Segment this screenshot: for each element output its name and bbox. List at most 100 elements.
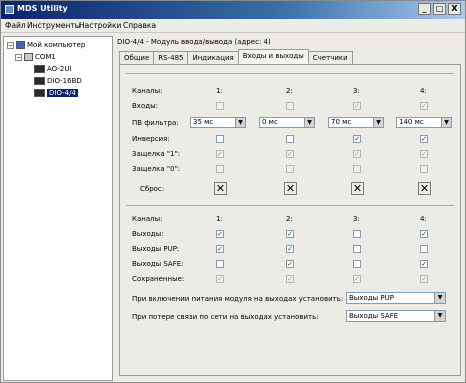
computer-icon bbox=[16, 41, 25, 49]
checkbox bbox=[420, 165, 428, 173]
chevron-down-icon: ▼ bbox=[304, 118, 314, 127]
reset-button[interactable]: ✕ bbox=[214, 182, 227, 195]
tab-general[interactable]: Общие bbox=[119, 51, 155, 64]
checkbox bbox=[353, 165, 361, 173]
checkbox: ✓ bbox=[353, 275, 361, 283]
inputs-row-label: Инверсия: bbox=[132, 135, 170, 143]
collapse-icon[interactable]: − bbox=[7, 41, 14, 49]
outputs-channel-header: 1: bbox=[216, 215, 223, 223]
tree-label-dio44: DIO-4/4 bbox=[47, 89, 78, 97]
checkbox: ✓ bbox=[286, 275, 294, 283]
outputs-channel-header: 2: bbox=[286, 215, 293, 223]
checkbox bbox=[286, 102, 294, 110]
checkbox bbox=[216, 165, 224, 173]
tab-counters[interactable]: Счетчики bbox=[307, 51, 353, 64]
reset-button[interactable]: ✕ bbox=[418, 182, 431, 195]
close-button[interactable]: X bbox=[448, 3, 461, 15]
menu-file[interactable]: Файл bbox=[5, 21, 26, 30]
checkbox: ✓ bbox=[216, 275, 224, 283]
collapse-icon[interactable]: − bbox=[15, 53, 22, 61]
checkbox[interactable] bbox=[353, 230, 361, 238]
tab-rs485[interactable]: RS-485 bbox=[153, 51, 189, 64]
inputs-row-label: Защелка "0": bbox=[132, 165, 181, 173]
tree-label-root: Мой компьютер bbox=[27, 41, 86, 49]
filter-select[interactable]: 0 мс ▼ bbox=[259, 117, 315, 128]
power-on-label: При включении питания модуля на выходах … bbox=[132, 295, 344, 303]
inputs-channel-header: 1: bbox=[216, 87, 223, 95]
checkbox: ✓ bbox=[353, 150, 361, 158]
checkbox[interactable]: ✓ bbox=[216, 230, 224, 238]
checkbox[interactable] bbox=[353, 260, 361, 268]
checkbox[interactable]: ✓ bbox=[420, 230, 428, 238]
outputs-channel-header: 4: bbox=[420, 215, 427, 223]
minimize-button[interactable]: _ bbox=[418, 3, 431, 15]
menu-tools[interactable]: Инструменты bbox=[27, 21, 81, 30]
outputs-channel-header: 3: bbox=[353, 215, 360, 223]
io-tab-content: Каналы: 1: 2: 3: 4: Входы: ✓ ✓ Инверсия: ✓ ✓ Защелк… bbox=[119, 64, 461, 376]
link-loss-value: Выходы SAFE bbox=[349, 312, 399, 320]
port-icon bbox=[24, 53, 33, 61]
checkbox[interactable] bbox=[216, 135, 224, 143]
link-loss-label: При потере связи по сети на выходах уста… bbox=[132, 313, 319, 321]
reset-label: Сброс: bbox=[140, 185, 165, 193]
module-icon bbox=[34, 89, 45, 97]
tree-item-dio16bd[interactable]: DIO-16BD bbox=[34, 76, 82, 86]
checkbox: ✓ bbox=[420, 275, 428, 283]
inputs-channel-header: 3: bbox=[353, 87, 360, 95]
maximize-button[interactable]: □ bbox=[433, 3, 446, 15]
filter-select-value: 140 мс bbox=[399, 118, 424, 126]
inputs-channels-label: Каналы: bbox=[132, 87, 163, 95]
filter-select[interactable]: 35 мс ▼ bbox=[190, 117, 246, 128]
tab-indication[interactable]: Индикация bbox=[187, 51, 239, 64]
power-on-select[interactable]: Выходы PUP ▼ bbox=[346, 292, 446, 304]
tree-label-dio16bd: DIO-16BD bbox=[47, 77, 82, 85]
tree-label-com1: COM1 bbox=[35, 53, 56, 61]
checkbox[interactable]: ✓ bbox=[420, 260, 428, 268]
filter-select-value: 70 мс bbox=[331, 118, 352, 126]
inputs-row-label: Входы: bbox=[132, 102, 158, 110]
tree-item-root[interactable]: − Мой компьютер bbox=[7, 40, 85, 50]
link-loss-select[interactable]: Выходы SAFE ▼ bbox=[346, 310, 446, 322]
checkbox[interactable]: ✓ bbox=[286, 230, 294, 238]
chevron-down-icon: ▼ bbox=[235, 118, 245, 127]
checkbox[interactable] bbox=[353, 245, 361, 253]
module-panel: DIO-4/4 - Модуль ввода/вывода (адрес: 4)… bbox=[117, 36, 463, 381]
checkbox bbox=[286, 165, 294, 173]
menu-settings[interactable]: Настройки bbox=[79, 21, 121, 30]
filter-select-value: 35 мс bbox=[193, 118, 214, 126]
tree-item-com1[interactable]: − COM1 bbox=[15, 52, 56, 62]
reset-button[interactable]: ✕ bbox=[284, 182, 297, 195]
menu-help[interactable]: Справка bbox=[123, 21, 156, 30]
filter-select[interactable]: 70 мс ▼ bbox=[328, 117, 384, 128]
checkbox[interactable]: ✓ bbox=[420, 135, 428, 143]
checkbox: ✓ bbox=[216, 150, 224, 158]
checkbox[interactable] bbox=[216, 260, 224, 268]
tree-item-dio44[interactable]: DIO-4/4 bbox=[34, 88, 78, 98]
title-bar: MDS Utility _ □ X bbox=[1, 1, 465, 19]
checkbox[interactable]: ✓ bbox=[286, 245, 294, 253]
chevron-down-icon: ▼ bbox=[434, 311, 445, 321]
checkbox[interactable] bbox=[420, 245, 428, 253]
reset-button[interactable]: ✕ bbox=[351, 182, 364, 195]
checkbox[interactable] bbox=[286, 135, 294, 143]
filter-select[interactable]: 140 мс ▼ bbox=[396, 117, 452, 128]
filter-label: ПВ фильтра: bbox=[132, 119, 179, 127]
checkbox[interactable]: ✓ bbox=[286, 260, 294, 268]
inputs-channel-header: 2: bbox=[286, 87, 293, 95]
inputs-channel-header: 4: bbox=[420, 87, 427, 95]
app-window: MDS Utility _ □ X Файл Инструменты Настр… bbox=[0, 0, 466, 383]
module-icon bbox=[34, 65, 45, 73]
outputs-row-label: Сохраненные: bbox=[132, 275, 185, 283]
outputs-row-label: Выходы PUP: bbox=[132, 245, 180, 253]
checkbox[interactable]: ✓ bbox=[216, 245, 224, 253]
tree-item-ao2ui[interactable]: AO-2UI bbox=[34, 64, 72, 74]
chevron-down-icon: ▼ bbox=[373, 118, 383, 127]
power-on-value: Выходы PUP bbox=[349, 294, 394, 302]
checkbox[interactable]: ✓ bbox=[353, 135, 361, 143]
outputs-row-label: Выходы SAFE: bbox=[132, 260, 184, 268]
checkbox: ✓ bbox=[286, 150, 294, 158]
app-icon bbox=[5, 5, 14, 14]
checkbox: ✓ bbox=[420, 150, 428, 158]
checkbox bbox=[216, 102, 224, 110]
tab-io[interactable]: Входы и выходы bbox=[237, 49, 309, 64]
